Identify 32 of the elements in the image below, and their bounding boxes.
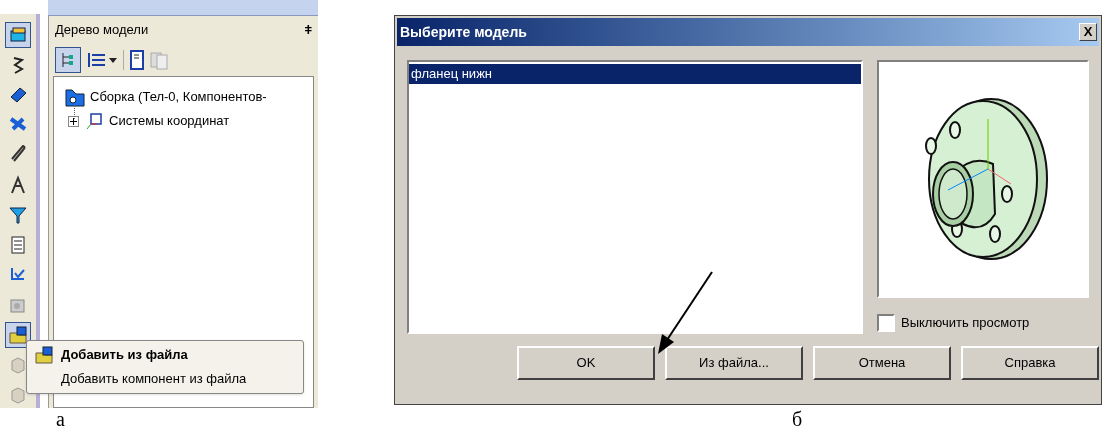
tooltip-title: Добавить из файла <box>61 346 188 365</box>
assembly-icon <box>64 86 86 108</box>
figure-caption: б <box>792 408 803 430</box>
filter-list-button[interactable] <box>87 51 117 69</box>
expand-toggle[interactable] <box>68 115 79 127</box>
block-icon <box>8 25 28 45</box>
checklist-icon <box>87 51 107 69</box>
figure-caption: а <box>56 408 65 430</box>
tree-item[interactable]: Системы координат <box>109 111 230 131</box>
checkbox[interactable] <box>877 314 895 332</box>
dialog-button[interactable]: OK <box>517 346 655 380</box>
panel-title: Дерево модели <box>55 21 149 40</box>
document-icon[interactable] <box>130 50 144 70</box>
window-title: Выберите модель <box>400 22 527 42</box>
filter-icon <box>8 205 28 225</box>
tooltip-description: Добавить компонент из файла <box>60 370 248 388</box>
tree-item[interactable]: Сборка (Тел-0, Компонентов- <box>90 87 267 107</box>
list-item[interactable]: фланец нижн <box>409 64 861 84</box>
dialog-button[interactable]: Из файла... <box>665 346 803 380</box>
folder-icon <box>33 345 55 365</box>
toolbar-button[interactable] <box>5 322 31 348</box>
tree-view-button[interactable] <box>55 47 81 73</box>
tree-icon <box>60 51 76 69</box>
dialog-button[interactable]: Отмена <box>813 346 951 380</box>
caret-icon <box>109 57 117 63</box>
checkbox-label: Выключить просмотр <box>901 314 1030 333</box>
pin-icon[interactable]: ǂ <box>304 20 312 40</box>
folder-icon <box>8 325 28 345</box>
model-list[interactable]: фланец нижн <box>407 60 863 334</box>
dialog-button[interactable]: Справка <box>961 346 1099 380</box>
sheet-icon <box>8 235 28 255</box>
close-button[interactable]: X <box>1079 23 1097 41</box>
